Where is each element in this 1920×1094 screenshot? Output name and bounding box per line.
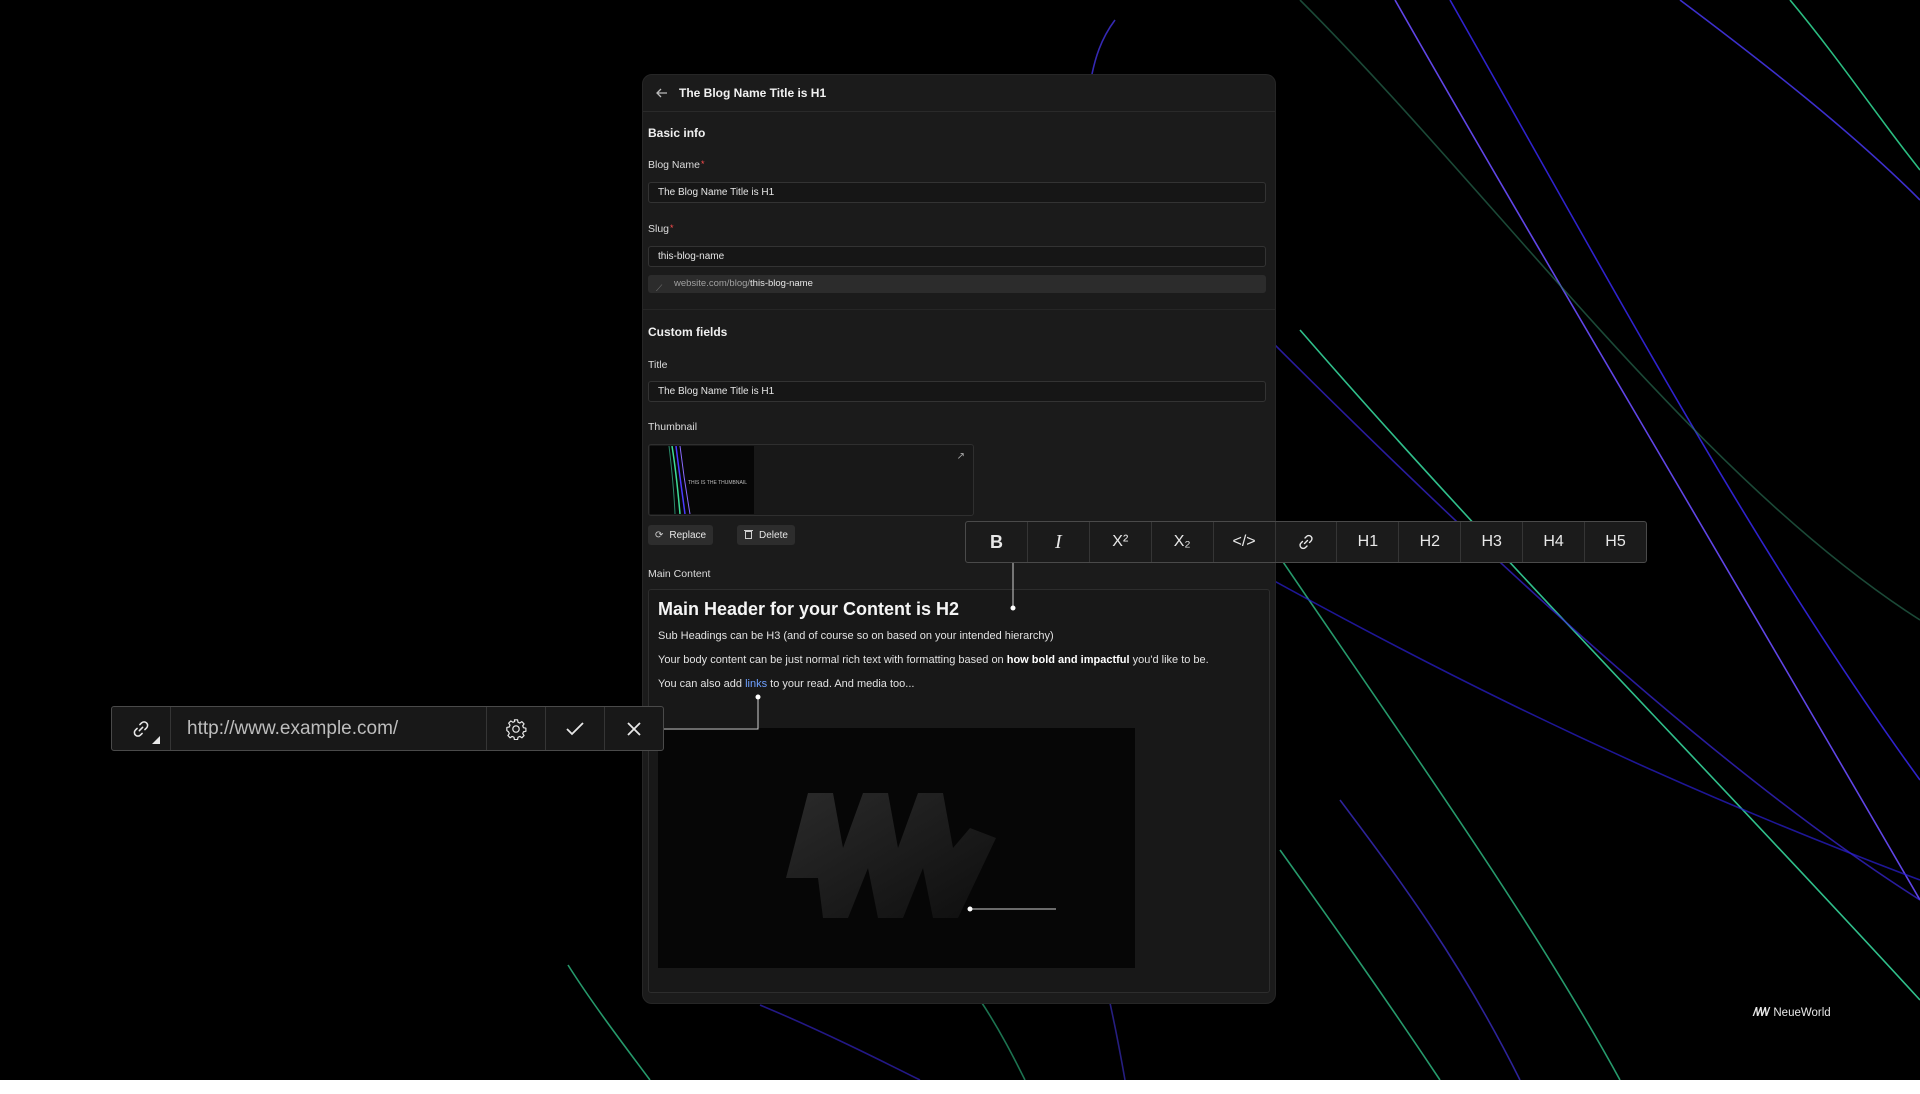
blog-name-label: Blog Name* xyxy=(648,159,705,171)
heading5-icon[interactable]: H5 xyxy=(1585,522,1646,562)
heading4-icon[interactable]: H4 xyxy=(1523,522,1586,562)
content-media[interactable] xyxy=(658,728,1135,968)
bottom-strip xyxy=(0,1080,1920,1094)
italic-icon[interactable]: I xyxy=(1028,522,1090,562)
heading1-icon[interactable]: H1 xyxy=(1337,522,1400,562)
content-paragraph: Your body content can be just normal ric… xyxy=(658,654,1209,666)
brand-logo-render xyxy=(786,793,996,918)
link-editor-popover: http://www.example.com/ xyxy=(111,706,664,751)
bold-icon[interactable]: B xyxy=(966,522,1028,562)
link-icon[interactable] xyxy=(1276,522,1338,562)
page-title: The Blog Name Title is H1 xyxy=(679,86,827,100)
content-paragraph: Sub Headings can be H3 (and of course so… xyxy=(658,630,1054,642)
slug-input[interactable]: this-blog-name xyxy=(648,246,1266,267)
thumbnail-label: Thumbnail xyxy=(648,421,698,433)
settings-gear-icon[interactable] xyxy=(487,707,546,750)
required-mark: * xyxy=(700,159,705,169)
section-divider xyxy=(643,309,1275,310)
code-icon[interactable]: </> xyxy=(1214,522,1276,562)
rich-text-editor[interactable]: Main Header for your Content is H2 Sub H… xyxy=(648,589,1270,993)
required-mark: * xyxy=(670,223,674,233)
url-base: website.com/blog/ xyxy=(674,278,751,289)
blog-name-input[interactable]: The Blog Name Title is H1 xyxy=(648,182,1266,203)
heading2-icon[interactable]: H2 xyxy=(1399,522,1462,562)
panel-header: The Blog Name Title is H1 xyxy=(643,75,1275,112)
delete-label: Delete xyxy=(759,529,788,541)
brand-name: NeueWorld xyxy=(1773,1007,1831,1019)
content-link[interactable]: links xyxy=(745,678,767,690)
formatting-toolbar: B I X² X₂ </> H1 H2 H3 H4 H5 xyxy=(965,521,1647,563)
heading3-icon[interactable]: H3 xyxy=(1461,522,1524,562)
arrow-left-icon[interactable] xyxy=(653,84,671,102)
main-content-label: Main Content xyxy=(648,568,711,580)
bold-text: how bold and impactful xyxy=(1006,654,1130,666)
expand-icon[interactable]: ↗ xyxy=(957,451,965,462)
trash-icon xyxy=(744,529,753,542)
corner-indicator-icon xyxy=(152,736,160,744)
slug-label: Slug* xyxy=(648,223,674,235)
link-icon: ⟋ xyxy=(656,283,663,293)
brand-mark-icon: /\/\/\/ xyxy=(1753,1007,1769,1019)
slug-url-preview: ⟋ website.com/blog/ this-blog-name xyxy=(648,275,1266,293)
refresh-icon: ⟳ xyxy=(655,529,664,541)
content-paragraph: You can also add links to your read. And… xyxy=(658,678,915,690)
thumbnail-image: THIS IS THE THUMBNAIL xyxy=(650,446,754,514)
custom-fields-heading: Custom fields xyxy=(648,325,728,339)
subscript-icon[interactable]: X₂ xyxy=(1152,522,1214,562)
url-slug: this-blog-name xyxy=(750,278,813,289)
thumbnail-field[interactable]: THIS IS THE THUMBNAIL ↗ xyxy=(648,444,974,516)
replace-button[interactable]: ⟳ Replace xyxy=(648,525,714,545)
replace-label: Replace xyxy=(669,529,707,541)
superscript-icon[interactable]: X² xyxy=(1090,522,1152,562)
title-input[interactable]: The Blog Name Title is H1 xyxy=(648,381,1266,402)
title-label: Title xyxy=(648,359,668,371)
brand-logo: /\/\/\/ NeueWorld xyxy=(1753,1007,1831,1019)
delete-button[interactable]: Delete xyxy=(737,525,795,545)
link-url-input[interactable]: http://www.example.com/ xyxy=(171,707,487,750)
thumbnail-caption: THIS IS THE THUMBNAIL xyxy=(688,480,747,486)
basic-info-heading: Basic info xyxy=(648,126,706,140)
close-icon[interactable] xyxy=(605,707,663,750)
check-icon[interactable] xyxy=(546,707,605,750)
content-heading: Main Header for your Content is H2 xyxy=(658,599,960,619)
link-icon[interactable] xyxy=(112,707,171,750)
